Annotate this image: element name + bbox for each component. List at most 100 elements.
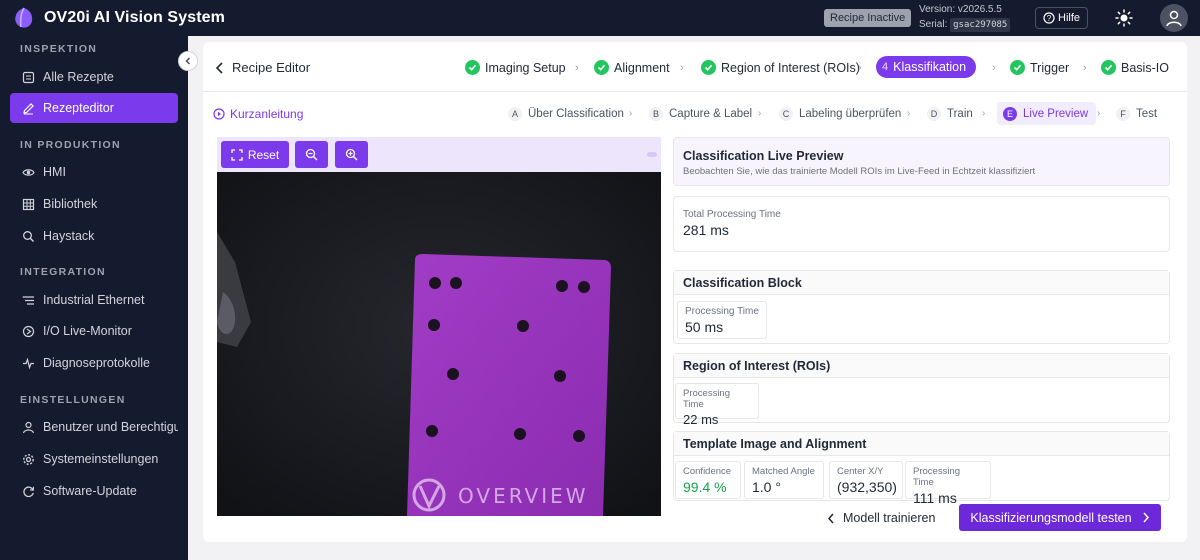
step-label: Imaging Setup (485, 60, 566, 75)
chevron-right-icon: › (629, 108, 633, 119)
test-model-button[interactable]: Klassifizierungsmodell testen (959, 504, 1161, 531)
chevron-right-icon: › (1097, 108, 1101, 119)
inspected-part (407, 254, 611, 516)
sidebar-item-label: Systemeinstellungen (43, 452, 159, 466)
substep-b[interactable]: B Capture & Label (649, 107, 752, 121)
recipe-status-badge: Recipe Inactive (824, 9, 912, 27)
live-image-viewer[interactable]: Reset OVERVIEW (217, 137, 661, 516)
classification-processing-stat: Processing Time 50 ms (677, 301, 767, 339)
sidebar-item-hmi[interactable]: HMI (10, 157, 178, 187)
substep-letter: E (1003, 106, 1017, 121)
serial-code: gsac297085 (950, 18, 1011, 32)
zoom-out-button[interactable] (295, 141, 328, 168)
overlay-toggle[interactable] (647, 152, 657, 157)
network-icon (22, 295, 34, 305)
classification-block-title: Classification Block (683, 276, 802, 290)
recipe-editor-back-button[interactable]: Recipe Editor (215, 60, 310, 75)
top-bar: OV20i AI Vision System Recipe Inactive V… (0, 0, 1200, 36)
step-trigger[interactable]: Trigger (1010, 60, 1069, 75)
sidebar-item-io-live-monitor[interactable]: I/O Live-Monitor (10, 316, 178, 346)
recipe-editor-label: Recipe Editor (232, 60, 311, 75)
zoom-out-icon (305, 148, 318, 161)
step-number: 4 (882, 61, 889, 73)
sidebar-item-systemeinstellungen[interactable]: Systemeinstellungen (10, 444, 178, 474)
step-label: Alignment (614, 60, 670, 75)
substep-c[interactable]: C Labeling überprüfen (779, 107, 901, 121)
substep-d[interactable]: D Train (927, 107, 973, 121)
chevron-right-icon: › (1083, 62, 1087, 74)
substep-e[interactable]: E Live Preview (997, 102, 1097, 125)
sidebar-item-label: Haystack (43, 229, 95, 243)
logo-icon (15, 7, 33, 28)
user-avatar[interactable] (1160, 4, 1188, 32)
template-alignment-card: Template Image and Alignment Confidence … (673, 431, 1170, 506)
preview-header-card: Classification Live Preview Beobachten S… (673, 137, 1170, 186)
preview-subtitle: Beobachten Sie, wie das trainierte Model… (683, 166, 1036, 177)
sidebar-item-label: Industrial Ethernet (43, 293, 145, 307)
help-button[interactable]: ? Hilfe (1035, 7, 1089, 29)
train-model-label: Modell trainieren (843, 511, 936, 525)
test-model-label: Klassifizierungsmodell testen (970, 510, 1132, 525)
help-label: Hilfe (1058, 12, 1081, 24)
classification-block-header: Classification Block (674, 271, 1169, 295)
viewer-toolbar: Reset (217, 137, 661, 172)
sidebar-section-in-produktion: IN PRODUKTION (20, 139, 121, 151)
quick-guide-link[interactable]: Kurzanleitung (213, 107, 303, 121)
sidebar-section-integration: INTEGRATION (20, 266, 106, 278)
train-model-back-button[interactable]: Modell trainieren (827, 505, 935, 531)
matched-angle-stat: Matched Angle 1.0 ° (744, 461, 824, 499)
step-region-of-interest[interactable]: Region of Interest (ROIs) (701, 60, 860, 75)
gear-icon (23, 453, 34, 465)
substep-a[interactable]: A Über Classification (508, 107, 624, 121)
sidebar-item-haystack[interactable]: Haystack (10, 221, 178, 251)
sidebar-item-alle-rezepte[interactable]: Alle Rezepte (10, 62, 178, 92)
io-icon (22, 325, 35, 337)
reset-button[interactable]: Reset (221, 141, 289, 168)
camera-frame: OVERVIEW (217, 172, 661, 516)
sidebar-section-einstellungen: EINSTELLUNGEN (20, 394, 126, 406)
check-icon (594, 60, 609, 75)
check-icon (1010, 60, 1025, 75)
classification-block-card: Classification Block Processing Time 50 … (673, 270, 1170, 344)
total-processing-label: Total Processing Time (683, 209, 781, 220)
sidebar-item-label: HMI (43, 165, 66, 179)
user-icon (22, 421, 35, 433)
log-icon (23, 356, 34, 370)
substep-f[interactable]: F Test (1116, 107, 1157, 121)
sidebar-item-diagnoseprotokolle[interactable]: Diagnoseprotokolle (10, 348, 178, 378)
step-basis-io[interactable]: Basis-IO (1101, 60, 1169, 75)
sidebar-item-bibliothek[interactable]: Bibliothek (10, 189, 178, 219)
sidebar-item-software-update[interactable]: Software-Update (10, 476, 178, 506)
substep-label: Test (1136, 108, 1158, 120)
sidebar-item-rezepteditor[interactable]: Rezepteditor (10, 93, 178, 123)
serial-text: Serial: gsac297085 (919, 18, 1011, 32)
stat-label: Matched Angle (752, 466, 815, 477)
zoom-in-button[interactable] (335, 141, 368, 168)
app-title: OV20i AI Vision System (44, 9, 225, 26)
sidebar-item-benutzer[interactable]: Benutzer und Berechtigungen (10, 412, 178, 442)
camera-feed-image: OVERVIEW (217, 172, 661, 516)
list-icon (22, 71, 35, 83)
template-processing-stat: Processing Time 111 ms (905, 461, 991, 506)
sidebar-section-inspektion: INSPEKTION (20, 43, 98, 55)
step-imaging-setup[interactable]: Imaging Setup (465, 60, 566, 75)
step-alignment[interactable]: Alignment (594, 60, 670, 75)
theme-toggle-sun-icon[interactable] (1115, 9, 1133, 27)
version-text: Version: v2026.5.5 (919, 4, 1002, 15)
chevron-right-icon (1143, 512, 1149, 523)
sidebar-item-industrial-ethernet[interactable]: Industrial Ethernet (10, 285, 178, 315)
substep-label: Live Preview (1023, 107, 1089, 120)
chevron-right-icon: › (680, 62, 684, 74)
roi-block-header: Region of Interest (ROIs) (674, 354, 1169, 378)
roi-processing-stat: Processing Time 22 ms (675, 383, 759, 427)
stat-label: Confidence (683, 466, 732, 477)
chevron-left-icon (185, 57, 190, 65)
template-block-title: Template Image and Alignment (683, 437, 867, 451)
sidebar-collapse-button[interactable] (178, 51, 198, 71)
check-icon (701, 60, 716, 75)
fit-screen-icon (231, 148, 243, 161)
step-klassifikation[interactable]: 4 Klassifikation (876, 56, 977, 78)
substep-letter: D (927, 107, 941, 121)
confidence-value: 99.4 % (683, 479, 727, 495)
total-processing-value: 281 ms (683, 222, 729, 238)
